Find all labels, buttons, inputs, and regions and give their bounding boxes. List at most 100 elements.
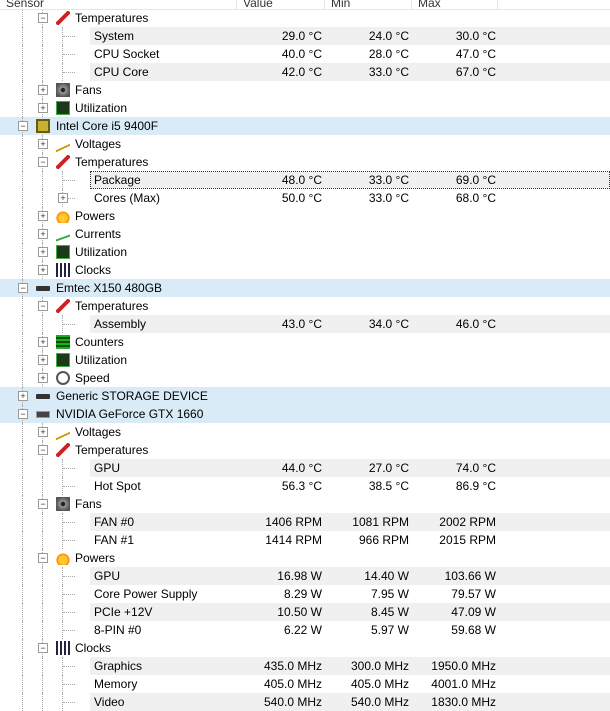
tree-line: [63, 612, 75, 613]
device-node[interactable]: + Generic STORAGE DEVICE: [0, 387, 610, 405]
collapse-toggle[interactable]: −: [38, 157, 48, 167]
current-icon: [56, 226, 70, 242]
column-value[interactable]: Value: [237, 0, 325, 9]
value-cell: 56.3 °C: [281, 479, 322, 493]
collapse-toggle[interactable]: −: [38, 301, 48, 311]
category-node[interactable]: − Temperatures: [0, 9, 610, 27]
tree-line: [22, 441, 23, 459]
thermometer-icon: [56, 155, 70, 169]
column-sensor[interactable]: Sensor: [0, 0, 237, 9]
min-cell: 38.5 °C: [368, 479, 409, 493]
sensor-row[interactable]: FAN #0 1406 RPM 1081 RPM 2002 RPM: [0, 513, 610, 531]
tree-line: [22, 567, 23, 585]
category-node[interactable]: + Voltages: [0, 423, 610, 441]
tree-line: [63, 702, 75, 703]
sensor-row[interactable]: Assembly 43.0 °C 34.0 °C 46.0 °C: [0, 315, 610, 333]
category-node[interactable]: − Temperatures: [0, 441, 610, 459]
category-node[interactable]: + Utilization: [0, 351, 610, 369]
expand-toggle[interactable]: +: [38, 85, 48, 95]
category-node[interactable]: − Fans: [0, 495, 610, 513]
sensor-row[interactable]: FAN #1 1414 RPM 966 RPM 2015 RPM: [0, 531, 610, 549]
tree-line: [42, 171, 43, 189]
sensor-row[interactable]: Hot Spot 56.3 °C 38.5 °C 86.9 °C: [0, 477, 610, 495]
tree-line: [22, 513, 23, 531]
expand-toggle[interactable]: +: [38, 337, 48, 347]
sensor-row[interactable]: CPU Core 42.0 °C 33.0 °C 67.0 °C: [0, 63, 610, 81]
expand-toggle[interactable]: +: [38, 355, 48, 365]
expand-toggle[interactable]: +: [38, 373, 48, 383]
min-cell: 966 RPM: [358, 533, 409, 547]
sensor-row[interactable]: Package 48.0 °C 33.0 °C 69.0 °C: [0, 171, 610, 189]
min-cell: 14.40 W: [364, 569, 409, 583]
collapse-toggle[interactable]: −: [18, 409, 28, 419]
sensor-label: Speed: [75, 371, 110, 385]
max-cell: 67.0 °C: [455, 65, 496, 79]
collapse-toggle[interactable]: −: [38, 553, 48, 563]
expand-toggle[interactable]: +: [38, 103, 48, 113]
category-node[interactable]: − Temperatures: [0, 153, 610, 171]
sensor-row[interactable]: Graphics 435.0 MHz 300.0 MHz 1950.0 MHz: [0, 657, 610, 675]
power-icon: [56, 551, 70, 565]
utilization-icon: [56, 101, 70, 115]
device-node[interactable]: − Emtec X150 480GB: [0, 279, 610, 297]
tree-line: [63, 180, 75, 181]
collapse-toggle[interactable]: −: [18, 121, 28, 131]
drive-icon: [36, 394, 50, 399]
sensor-row[interactable]: System 29.0 °C 24.0 °C 30.0 °C: [0, 27, 610, 45]
sensor-label: Package: [94, 173, 141, 187]
category-node[interactable]: + Powers: [0, 207, 610, 225]
expand-toggle[interactable]: +: [58, 193, 68, 203]
expand-toggle[interactable]: +: [18, 391, 28, 401]
thermometer-icon: [56, 299, 70, 313]
device-node[interactable]: − NVIDIA GeForce GTX 1660: [0, 405, 610, 423]
category-node[interactable]: − Temperatures: [0, 297, 610, 315]
clock-icon: [56, 263, 70, 277]
category-node[interactable]: + Utilization: [0, 99, 610, 117]
value-cell: 1406 RPM: [265, 515, 322, 529]
column-max[interactable]: Max: [412, 0, 498, 9]
tree-line: [42, 63, 43, 81]
sensor-row[interactable]: CPU Socket 40.0 °C 28.0 °C 47.0 °C: [0, 45, 610, 63]
category-node[interactable]: + Speed: [0, 369, 610, 387]
category-node[interactable]: + Counters: [0, 333, 610, 351]
expand-toggle[interactable]: +: [38, 229, 48, 239]
sensor-row[interactable]: 8-PIN #0 6.22 W 5.97 W 59.68 W: [0, 621, 610, 639]
sensor-row[interactable]: PCIe +12V 10.50 W 8.45 W 47.09 W: [0, 603, 610, 621]
max-cell: 47.09 W: [451, 605, 496, 619]
expand-toggle[interactable]: +: [38, 247, 48, 257]
collapse-toggle[interactable]: −: [38, 643, 48, 653]
device-node[interactable]: − Intel Core i5 9400F: [0, 117, 610, 135]
sensor-row[interactable]: GPU 16.98 W 14.40 W 103.66 W: [0, 567, 610, 585]
tree-line: [22, 549, 23, 567]
category-node[interactable]: + Clocks: [0, 261, 610, 279]
category-node[interactable]: + Fans: [0, 81, 610, 99]
category-node[interactable]: + Utilization: [0, 243, 610, 261]
tree-line: [42, 27, 43, 45]
column-min[interactable]: Min: [325, 0, 412, 9]
sensor-label: CPU Socket: [94, 47, 160, 61]
value-cell: 42.0 °C: [281, 65, 322, 79]
thermometer-icon: [56, 443, 70, 457]
category-node[interactable]: + Voltages: [0, 135, 610, 153]
sensor-row[interactable]: Memory 405.0 MHz 405.0 MHz 4001.0 MHz: [0, 675, 610, 693]
category-node[interactable]: + Currents: [0, 225, 610, 243]
sensor-row[interactable]: Core Power Supply 8.29 W 7.95 W 79.57 W: [0, 585, 610, 603]
sensor-row[interactable]: GPU 44.0 °C 27.0 °C 74.0 °C: [0, 459, 610, 477]
collapse-toggle[interactable]: −: [38, 445, 48, 455]
collapse-toggle[interactable]: −: [18, 283, 28, 293]
expand-toggle[interactable]: +: [38, 427, 48, 437]
utilization-icon: [56, 245, 70, 259]
sensor-label: 8-PIN #0: [94, 623, 142, 637]
value-cell: 16.98 W: [277, 569, 322, 583]
expand-toggle[interactable]: +: [38, 265, 48, 275]
collapse-toggle[interactable]: −: [38, 499, 48, 509]
max-cell: 1950.0 MHz: [431, 659, 496, 673]
sensor-row[interactable]: Video 540.0 MHz 540.0 MHz 1830.0 MHz: [0, 693, 610, 711]
sensor-row[interactable]: + Cores (Max) 50.0 °C 33.0 °C 68.0 °C: [0, 189, 610, 207]
category-node[interactable]: − Powers: [0, 549, 610, 567]
expand-toggle[interactable]: +: [38, 211, 48, 221]
category-node[interactable]: − Clocks: [0, 639, 610, 657]
sensor-label: Cores (Max): [94, 191, 161, 205]
expand-toggle[interactable]: +: [38, 139, 48, 149]
collapse-toggle[interactable]: −: [38, 13, 48, 23]
